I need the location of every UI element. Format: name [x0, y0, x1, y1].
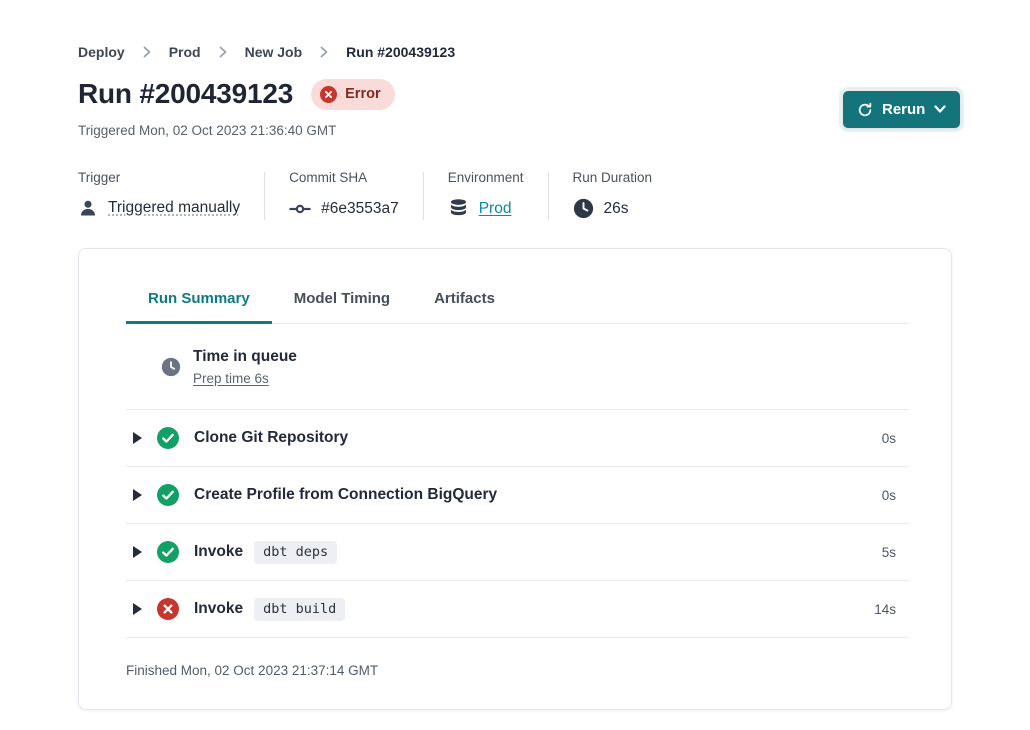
breadcrumb-current-run: Run #200439123: [346, 44, 455, 60]
step-label: Clone Git Repository: [194, 429, 348, 447]
error-circle-icon: [320, 86, 337, 103]
expand-caret-icon[interactable]: [133, 489, 142, 501]
triggered-timestamp: Triggered Mon, 02 Oct 2023 21:36:40 GMT: [78, 123, 336, 138]
meta-duration: Run Duration 26s: [573, 170, 653, 220]
tab-model-timing[interactable]: Model Timing: [272, 283, 412, 324]
meta-duration-value: 26s: [604, 200, 629, 218]
step-row-dbt-deps[interactable]: Invokedbt deps 5s: [126, 524, 909, 581]
person-icon: [78, 198, 98, 218]
status-badge: Error: [311, 79, 394, 110]
queue-prep-time-link[interactable]: Prep time 6s: [193, 371, 297, 386]
rerun-button[interactable]: Rerun: [843, 91, 960, 128]
meta-divider: [548, 172, 549, 220]
step-duration: 0s: [882, 488, 896, 503]
meta-trigger-label: Trigger: [78, 170, 240, 185]
success-check-icon: [157, 484, 179, 506]
meta-commit-value: #6e3553a7: [321, 200, 399, 218]
meta-environment: Environment Prod: [448, 170, 524, 220]
step-duration: 14s: [874, 602, 896, 617]
expand-caret-icon[interactable]: [133, 546, 142, 558]
command-chip: dbt build: [254, 598, 345, 621]
step-row-dbt-build[interactable]: Invokedbt build 14s: [126, 581, 909, 638]
meta-commit: Commit SHA #6e3553a7: [289, 170, 399, 220]
step-label: Invokedbt deps: [194, 541, 337, 564]
breadcrumb-new-job[interactable]: New Job: [245, 44, 303, 60]
tab-artifacts[interactable]: Artifacts: [412, 283, 517, 324]
tab-run-summary[interactable]: Run Summary: [126, 283, 272, 324]
chevron-right-icon: [143, 46, 151, 58]
breadcrumb-prod[interactable]: Prod: [169, 44, 201, 60]
queue-title: Time in queue: [193, 348, 297, 366]
breadcrumb: Deploy Prod New Job Run #200439123: [78, 44, 455, 60]
status-badge-label: Error: [345, 86, 380, 102]
chevron-right-icon: [320, 46, 328, 58]
clock-icon: [161, 357, 181, 377]
success-check-icon: [157, 427, 179, 449]
step-label: Create Profile from Connection BigQuery: [194, 486, 497, 504]
command-chip: dbt deps: [254, 541, 337, 564]
run-meta-strip: Trigger Triggered manually Commit SHA #6…: [78, 170, 652, 220]
meta-divider: [264, 172, 265, 220]
queue-row[interactable]: Time in queue Prep time 6s: [126, 324, 909, 410]
expand-caret-icon[interactable]: [133, 432, 142, 444]
meta-trigger: Trigger Triggered manually: [78, 170, 240, 220]
chevron-right-icon: [219, 46, 227, 58]
meta-trigger-value[interactable]: Triggered manually: [108, 199, 240, 217]
git-commit-icon: [289, 198, 311, 220]
chevron-down-icon[interactable]: [934, 105, 946, 114]
run-summary-card: Run Summary Model Timing Artifacts Time …: [78, 248, 952, 710]
meta-environment-link[interactable]: Prod: [479, 200, 512, 218]
step-row-create-profile[interactable]: Create Profile from Connection BigQuery …: [126, 467, 909, 524]
error-circle-icon: [157, 598, 179, 620]
tab-bar: Run Summary Model Timing Artifacts: [126, 283, 909, 324]
refresh-icon: [857, 102, 873, 118]
run-detail-page: Deploy Prod New Job Run #200439123 Run #…: [0, 0, 1030, 730]
expand-caret-icon[interactable]: [133, 603, 142, 615]
meta-divider: [423, 172, 424, 220]
title-row: Run #200439123 Error: [78, 78, 395, 110]
step-duration: 0s: [882, 431, 896, 446]
queue-texts: Time in queue Prep time 6s: [193, 348, 297, 386]
page-title: Run #200439123: [78, 78, 293, 110]
meta-environment-label: Environment: [448, 170, 524, 185]
step-duration: 5s: [882, 545, 896, 560]
clock-icon: [573, 198, 594, 219]
finished-timestamp: Finished Mon, 02 Oct 2023 21:37:14 GMT: [126, 638, 909, 678]
database-icon: [448, 198, 469, 219]
step-row-clone-git[interactable]: Clone Git Repository 0s: [126, 410, 909, 467]
breadcrumb-deploy[interactable]: Deploy: [78, 44, 125, 60]
rerun-button-label: Rerun: [882, 101, 925, 118]
success-check-icon: [157, 541, 179, 563]
step-label: Invokedbt build: [194, 598, 345, 621]
meta-commit-label: Commit SHA: [289, 170, 399, 185]
meta-duration-label: Run Duration: [573, 170, 653, 185]
